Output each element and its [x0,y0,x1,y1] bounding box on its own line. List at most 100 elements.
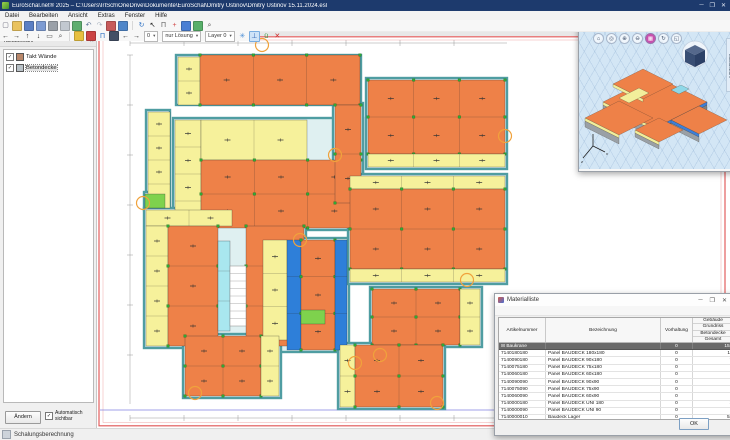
app-logo-icon [2,2,9,9]
redo-icon[interactable]: ↷ [95,21,104,30]
col-gesamt-stack: GebäudeGrundrissBetondeckeGesamt [693,318,730,342]
pan-up-icon[interactable]: ↑ [23,32,32,41]
material-close-button[interactable]: ✕ [722,297,727,304]
fullscreen-icon[interactable]: ◱ [671,33,682,44]
minimize-button[interactable]: ─ [699,2,703,9]
change-button[interactable]: Ändern [5,411,41,424]
close-takt-icon[interactable]: ✕ [273,32,282,41]
checkbox-icon[interactable]: ✓ [45,412,53,420]
col-bezeichnung: Bezeichnung [546,318,661,342]
viewer3d-model[interactable]: zx [579,30,730,169]
prev-takt-icon[interactable]: ← [121,32,130,41]
checkbox-icon[interactable]: ✓ [6,64,14,72]
snow-icon[interactable]: ✳ [238,32,247,41]
material-row[interactable]: 7140075180Panel BAUDECK 75x18001 [499,365,730,372]
toolbar-separator [132,21,133,30]
measure-frame-icon[interactable]: Π [159,21,168,30]
select-cursor-icon[interactable]: ↖ [148,21,157,30]
takt-tree: ✓Takt Wände ✓Betondecke [3,49,94,403]
pan-left-icon[interactable]: ← [1,32,10,41]
toolbar-separator [69,32,70,41]
takt-panel-footer: Ändern ✓ Automatisch sichtbar [0,406,96,428]
copy-icon[interactable] [60,21,70,31]
layer-dropdown[interactable]: Layer 0▾ [205,31,235,42]
material-table-body: ⊟ Baukrane015237140180180Panel BAUDECK 1… [499,343,730,420]
table-blue-icon[interactable] [181,21,191,31]
menu-hilfe[interactable]: Hilfe [150,13,172,19]
title-bar: EuroSchal.net® 2025 – C:\Users\IrISch\On… [0,0,730,11]
add-icon[interactable]: + [170,21,179,30]
auto-visible-checkbox[interactable]: ✓ Automatisch sichtbar [45,411,87,423]
svg-text:z: z [581,159,583,164]
refresh-icon[interactable]: ↻ [137,21,146,30]
eye-icon[interactable]: ◎ [606,33,617,44]
ok-button[interactable]: OK [679,418,709,430]
menu-bearbeiten[interactable]: Bearbeiten [24,13,63,19]
material-row[interactable]: 7140090180Panel BAUDECK 90x180078 [499,357,730,364]
view-toolbar: ←→↑↓▭⌕Π←→0▾nur Lösung▾Layer 0▾✳⊥ü✕ [0,31,260,41]
table-green-icon[interactable] [193,21,203,31]
material-table[interactable]: Artikelnummer Bezeichnung Vorhaltung Geb… [498,317,730,420]
col-vorhaltung: Vorhaltung [661,318,693,342]
col-artikelnummer: Artikelnummer [499,318,546,342]
home-view-icon[interactable]: ⌂ [593,33,604,44]
material-maximize-button[interactable]: ❐ [710,297,715,304]
maximize-button[interactable]: ❐ [710,2,715,9]
rotate-icon[interactable]: ↻ [658,33,669,44]
material-group-row[interactable]: ⊟ Baukrane01523 [499,343,730,350]
material-row[interactable]: 7140090090Panel BAUDECK 90x90011 [499,379,730,386]
filter-icon[interactable]: ▦ [645,33,656,44]
menu-fenster[interactable]: Fenster [120,13,150,19]
takt-dropdown[interactable]: 0▾ [144,31,158,42]
menu-extras[interactable]: Extras [93,13,120,19]
material-row[interactable]: 7140180180Panel BAUDECK 180x1800117 [499,350,730,357]
save-all-icon[interactable] [36,21,46,31]
pan-down-icon[interactable]: ↓ [34,32,43,41]
zoom-out-icon[interactable]: ⊖ [632,33,643,44]
viewer3d-controls: ⌂◎⊕⊖▦↻◱ [593,33,682,44]
new-file-icon[interactable]: ▢ [1,21,10,30]
menu-datei[interactable]: Datei [0,13,24,19]
material-row[interactable]: 7140060090Panel BAUDECK 60x9001 [499,393,730,400]
material-list-menu [495,306,730,316]
next-takt-icon[interactable]: → [132,32,141,41]
insert-image-icon[interactable] [118,21,128,31]
menu-ansicht[interactable]: Ansicht [63,13,93,19]
zoom-icon[interactable]: ⌕ [205,21,214,30]
deck-mode-icon[interactable]: ⊥ [249,31,260,42]
zoom-window-icon[interactable]: ▭ [45,32,54,41]
save-icon[interactable] [24,21,34,31]
takt-yellow-icon[interactable] [74,31,84,41]
viewer3d-viewport[interactable]: ⌂◎⊕⊖▦↻◱ zx Taktauswahl [579,30,730,169]
window-title: EuroSchal.net® 2025 – C:\Users\IrISch\On… [12,3,699,9]
solution-dropdown[interactable]: nur Lösung▾ [162,31,201,42]
print-icon[interactable] [48,21,58,31]
format-paint-icon[interactable] [106,21,116,31]
material-minimize-button[interactable]: ─ [698,297,702,304]
material-row[interactable]: 7140075090Panel BAUDECK 75x9001 [499,386,730,393]
tree-item-takt-wände[interactable]: ✓Takt Wände [6,52,93,61]
tree-item-betondecke[interactable]: ✓Betondecke [6,63,93,72]
zoom-in-icon[interactable]: ⊕ [619,33,630,44]
takt-panel: Taktauswahl 🖈 ✕ ✓Takt Wände✓Betondecke Ä… [0,36,97,428]
close-button[interactable]: ✕ [721,2,726,9]
takt-delete-icon[interactable] [86,31,96,41]
pan-right-icon[interactable]: → [12,32,21,41]
checkbox-icon[interactable]: ✓ [6,53,14,61]
dark-tool-icon[interactable] [109,31,119,41]
app-root: { "window": { "title": "EuroSchal.net® 2… [0,0,730,439]
docked-tab[interactable]: Taktauswahl [726,38,730,92]
profile-icon[interactable]: Π [98,32,107,41]
material-row[interactable]: 7140060180Panel BAUDECK 60x18004 [499,372,730,379]
undo-icon[interactable]: ↶ [84,21,93,30]
open-folder-icon[interactable] [12,21,22,31]
label-icon[interactable]: ü [262,32,271,41]
status-icon [2,430,11,439]
material-row[interactable]: 7140000180Panel BAUDECK UNI 180029 [499,401,730,408]
export-image-icon[interactable] [72,21,82,31]
material-row[interactable]: 7140000090Panel BAUDECK UNI 9009 [499,408,730,415]
zoom-all-icon[interactable]: ⌕ [56,32,65,41]
material-list-icon [498,297,504,303]
status-text: Schalungsberechnung [14,432,74,438]
layer-icon [16,64,24,72]
